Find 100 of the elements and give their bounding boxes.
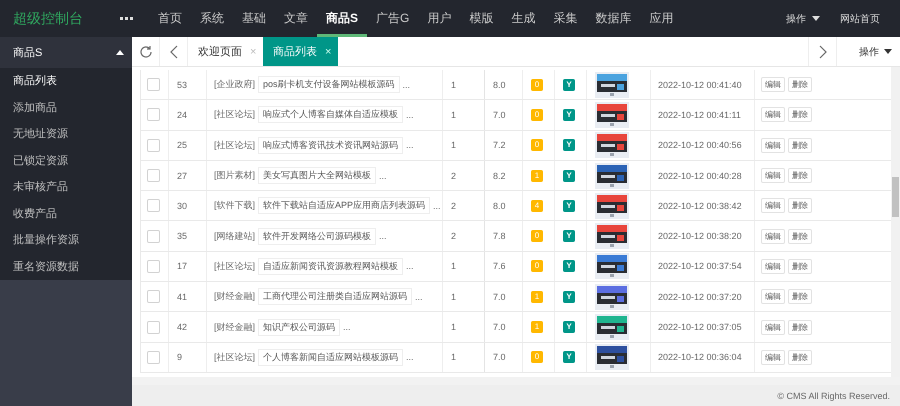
nav-tab[interactable]: 模版 — [460, 0, 502, 37]
table-cell: 42 — [169, 312, 207, 342]
edit-button[interactable]: 编辑 — [761, 77, 785, 92]
table-cell: 17 — [169, 252, 207, 282]
sidebar-item[interactable]: 商品列表 — [0, 68, 132, 94]
table-cell: 8.0 — [485, 70, 523, 100]
nav-tab[interactable]: 数据库 — [586, 0, 640, 37]
category-label: [社区论坛] — [214, 108, 256, 122]
page-tab[interactable]: 欢迎页面 × — [188, 37, 263, 66]
delete-button[interactable]: 删除 — [788, 228, 812, 244]
row-checkbox[interactable] — [147, 260, 160, 273]
delete-button[interactable]: 删除 — [788, 138, 812, 153]
row-checkbox[interactable] — [147, 320, 160, 334]
nav-tab[interactable]: 应用 — [640, 0, 682, 37]
table-cell: 1 — [443, 252, 485, 282]
status-badge: Y — [563, 139, 575, 152]
row-checkbox[interactable] — [147, 350, 160, 364]
count-badge: 1 — [531, 290, 543, 303]
scrollbar[interactable] — [891, 67, 900, 377]
nav-tab[interactable]: 文章 — [275, 0, 317, 37]
table-cell: 8.2 — [485, 160, 523, 190]
sidebar-item[interactable]: 收费产品 — [0, 200, 132, 227]
delete-button[interactable]: 删除 — [788, 350, 812, 365]
nav-tab[interactable]: 首页 — [149, 0, 191, 37]
edit-button[interactable]: 编辑 — [761, 258, 785, 274]
title-tag: pos刷卡机支付设备网站模板源码 — [258, 76, 400, 94]
title-tag: 响应式个人博客自媒体自适应模板 — [258, 106, 404, 124]
table-cell: 1 — [443, 70, 485, 100]
title-tag: 个人博客新闻自适应网站模板源码 — [258, 348, 404, 366]
table-cell: 2022-10-12 00:38:42 — [651, 191, 755, 220]
table-cell: 8.0 — [485, 191, 523, 220]
edit-button[interactable]: 编辑 — [761, 168, 785, 184]
edit-button[interactable]: 编辑 — [761, 228, 785, 244]
edit-button[interactable]: 编辑 — [761, 107, 785, 122]
row-checkbox[interactable] — [147, 138, 160, 152]
table-cell: 7.0 — [485, 100, 523, 130]
sidebar-group[interactable]: 商品S — [0, 37, 132, 68]
table-cell: 41 — [169, 282, 207, 312]
operation-menu[interactable]: 操作 — [786, 12, 820, 26]
row-checkbox[interactable] — [147, 199, 160, 212]
nav-tab[interactable]: 生成 — [502, 0, 544, 37]
table-cell: ... — [433, 200, 441, 211]
category-label: [财经金融] — [214, 320, 256, 334]
page-tab[interactable]: 商品列表 × — [263, 37, 338, 66]
table-cell: 2022-10-12 00:38:20 — [651, 221, 755, 251]
table-cell: ... — [379, 231, 387, 242]
operation-menu[interactable]: 操作 — [837, 37, 900, 66]
table-cell: ... — [415, 292, 423, 302]
nav-tab[interactable]: 基础 — [233, 0, 275, 37]
table-cell: 2022-10-12 00:40:56 — [651, 130, 755, 160]
delete-button[interactable]: 删除 — [788, 320, 812, 335]
table-cell: 1 — [443, 342, 485, 372]
edit-button[interactable]: 编辑 — [761, 289, 785, 304]
nav-tab[interactable]: 用户 — [418, 0, 460, 37]
chevron-right-icon[interactable] — [808, 37, 837, 66]
table-cell: ... — [343, 322, 351, 332]
status-badge: Y — [563, 321, 575, 334]
sidebar-item[interactable]: 批量操作资源 — [0, 227, 132, 254]
table-cell: 35 — [169, 221, 207, 251]
sidebar-item[interactable]: 未审核产品 — [0, 174, 132, 200]
sidebar-item[interactable]: 添加商品 — [0, 94, 132, 121]
delete-button[interactable]: 删除 — [788, 289, 812, 304]
table-cell: 2022-10-12 00:41:40 — [651, 70, 755, 100]
nav-tab[interactable]: 采集 — [544, 0, 586, 37]
site-home-link[interactable]: 网站首页 — [840, 12, 880, 26]
delete-button[interactable]: 删除 — [788, 168, 812, 184]
row-checkbox[interactable] — [147, 78, 160, 92]
nav-tab[interactable]: 系统 — [191, 0, 233, 37]
sidebar-item[interactable]: 重名资源数据 — [0, 254, 132, 280]
table-cell: 2 — [443, 191, 485, 220]
delete-button[interactable]: 删除 — [788, 198, 812, 214]
table-cell: 9 — [169, 342, 207, 372]
title-tag: 知识产权公司源码 — [258, 318, 340, 336]
table-cell: 1 — [443, 130, 485, 160]
edit-button[interactable]: 编辑 — [761, 350, 785, 365]
sidebar-item[interactable]: 无地址资源 — [0, 121, 132, 148]
row-checkbox[interactable] — [147, 290, 160, 304]
row-checkbox[interactable] — [147, 230, 160, 243]
table-cell: 7.6 — [485, 252, 523, 282]
title-tag: 响应式博客资讯技术资讯网站源码 — [258, 136, 404, 154]
edit-button[interactable]: 编辑 — [761, 320, 785, 335]
copyright-text: © CMS All Rights Reserved. — [777, 390, 890, 400]
status-badge: Y — [563, 200, 575, 212]
table-cell: 2 — [443, 160, 485, 190]
status-badge: Y — [563, 260, 575, 272]
count-badge: 1 — [531, 321, 543, 334]
nav-tab[interactable]: 广告G — [367, 0, 418, 37]
edit-button[interactable]: 编辑 — [761, 198, 785, 214]
sidebar-item[interactable]: 已锁定资源 — [0, 148, 132, 174]
delete-button[interactable]: 删除 — [788, 77, 812, 92]
category-label: [图片素材] — [214, 169, 256, 182]
table-cell: ... — [406, 352, 414, 362]
edit-button[interactable]: 编辑 — [761, 138, 785, 153]
category-label: [财经金融] — [214, 290, 256, 304]
delete-button[interactable]: 删除 — [788, 107, 812, 122]
row-checkbox[interactable] — [147, 169, 160, 182]
row-checkbox[interactable] — [147, 108, 160, 122]
table-cell: 1 — [443, 282, 485, 312]
delete-button[interactable]: 删除 — [788, 258, 812, 274]
table-cell: ... — [402, 80, 410, 90]
